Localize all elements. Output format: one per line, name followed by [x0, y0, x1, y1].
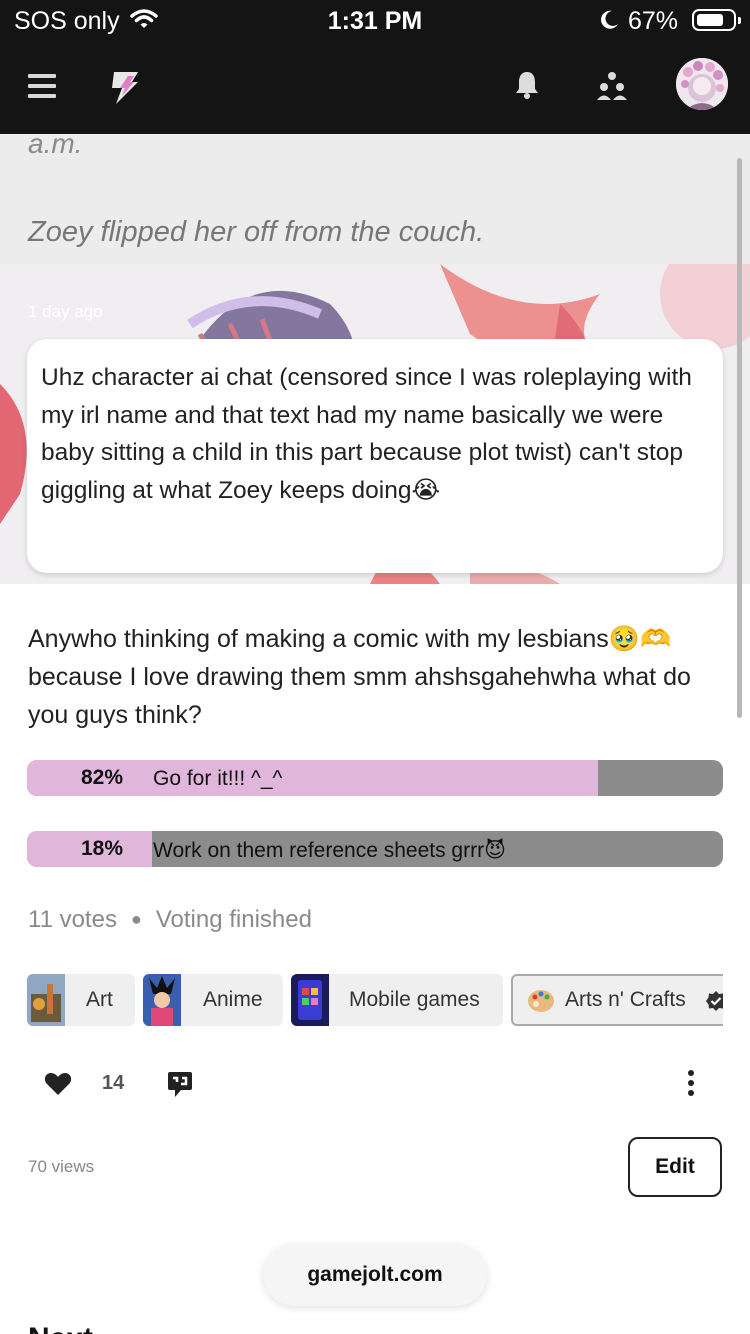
community-chip-anime[interactable]: Anime — [143, 974, 283, 1026]
community-chip-art[interactable]: Art — [27, 974, 135, 1026]
gamejolt-logo-icon[interactable] — [108, 70, 142, 111]
community-chip-mobile-games[interactable]: Mobile games — [291, 974, 503, 1026]
comment-icon[interactable] — [167, 1070, 193, 1103]
poll-option-2-label: Work on them reference sheets grrr😈 — [153, 839, 506, 862]
status-bar: SOS only 1:31 PM 67% — [0, 0, 750, 40]
previous-text-fragment: a.m. — [28, 134, 83, 159]
scrollbar[interactable] — [737, 158, 742, 718]
post-actions: 14 — [0, 1064, 750, 1104]
vote-count: 11 votes — [28, 906, 117, 933]
timestamp: 1 day ago — [28, 302, 103, 321]
heart-icon[interactable] — [44, 1072, 72, 1101]
post-body-text: Anywho thinking of making a comic with m… — [28, 625, 691, 729]
art-thumbnail-icon — [27, 974, 65, 1026]
poll-status: Voting finished — [155, 906, 312, 933]
mobile-games-thumbnail-icon — [291, 974, 329, 1026]
poll-option-1-percent: 82% — [81, 766, 124, 789]
like-count: 14 — [102, 1072, 125, 1094]
community-name: Mobile games — [349, 988, 480, 1011]
verified-icon — [705, 990, 723, 1017]
edit-button[interactable]: Edit — [628, 1137, 722, 1197]
moon-icon — [598, 9, 620, 36]
battery-percent: 67% — [628, 7, 679, 35]
separator-dot: ● — [130, 909, 142, 929]
browser-url-bar[interactable]: gamejolt.com — [263, 1244, 487, 1306]
bell-icon[interactable] — [514, 70, 540, 105]
palette-icon — [527, 988, 555, 1019]
more-options-icon[interactable] — [688, 1070, 696, 1100]
battery-icon — [692, 9, 741, 31]
view-count: 70 views — [28, 1157, 95, 1176]
community-list: Art Anime Mobile games Arts n' Crafts — [27, 974, 723, 1026]
community-name: Art — [86, 988, 113, 1011]
image-caption-card: Uhz character ai chat (censored since I … — [27, 339, 723, 573]
previous-italic-line: Zoey flipped her off from the couch. — [28, 216, 485, 248]
menu-icon[interactable] — [28, 74, 56, 98]
friends-icon[interactable] — [596, 70, 628, 107]
poll-option-1: 82% Go for it!!! ^_^ — [27, 760, 723, 796]
community-name: Arts n' Crafts — [565, 988, 686, 1011]
post-content: a.m. Zoey flipped her off from the couch… — [0, 134, 750, 1334]
next-section-heading: Next — [28, 1322, 93, 1334]
top-navigation — [0, 40, 750, 134]
community-name: Anime — [203, 988, 263, 1011]
avatar[interactable] — [676, 58, 728, 110]
anime-thumbnail-icon — [143, 974, 181, 1026]
community-chip-arts-n-crafts[interactable]: Arts n' Crafts — [511, 974, 723, 1026]
poll-summary: 11 votes ● Voting finished — [28, 906, 312, 934]
poll-option-2-percent: 18% — [81, 837, 124, 860]
poll-option-1-label: Go for it!!! ^_^ — [153, 767, 283, 790]
poll-option-2: 18% Work on them reference sheets grrr😈 — [27, 831, 723, 867]
